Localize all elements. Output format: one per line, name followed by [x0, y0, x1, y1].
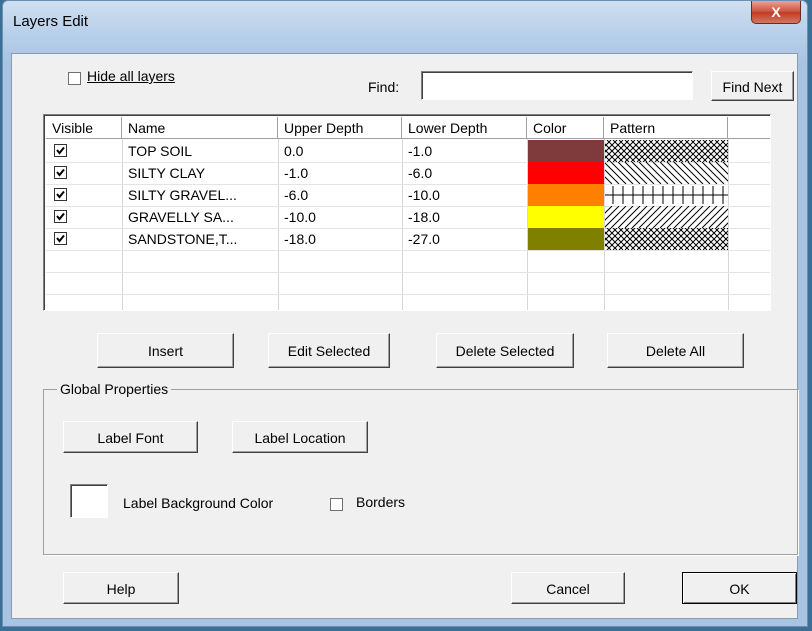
help-button[interactable]: Help	[63, 572, 179, 604]
visible-checkbox[interactable]	[54, 188, 67, 201]
layer-color-swatch[interactable]	[528, 228, 604, 250]
layer-color-swatch[interactable]	[528, 206, 604, 228]
ok-button[interactable]: OK	[682, 572, 797, 604]
layer-name-cell[interactable]: GRAVELLY SA...	[122, 206, 234, 228]
row-divider	[46, 294, 770, 295]
lower-depth-cell[interactable]: -6.0	[402, 162, 432, 184]
visible-checkbox[interactable]	[54, 166, 67, 179]
borders-label[interactable]: Borders	[356, 494, 405, 510]
delete-all-button[interactable]: Delete All	[607, 333, 744, 368]
hide-all-layers-label[interactable]: Hide all layers	[87, 68, 175, 84]
upper-depth-cell[interactable]: -10.0	[278, 206, 316, 228]
window-title: Layers Edit	[13, 13, 89, 30]
find-next-button[interactable]: Find Next	[711, 71, 794, 101]
close-icon: X	[771, 4, 781, 20]
col-header-upper-depth[interactable]: Upper Depth	[278, 117, 402, 139]
insert-button[interactable]: Insert	[97, 333, 234, 368]
col-header-visible[interactable]: Visible	[46, 117, 122, 139]
edit-selected-button[interactable]: Edit Selected	[268, 333, 390, 368]
layers-edit-window: Layers Edit X Hide all layers Find: Find…	[2, 0, 808, 627]
visible-checkbox[interactable]	[54, 210, 67, 223]
layer-color-swatch[interactable]	[528, 184, 604, 206]
close-button[interactable]: X	[751, 1, 801, 24]
lower-depth-cell[interactable]: -1.0	[402, 140, 432, 162]
layer-pattern-crosshatch-icon[interactable]	[582, 227, 750, 251]
col-header-name[interactable]: Name	[122, 117, 278, 139]
layer-color-swatch[interactable]	[528, 162, 604, 184]
layer-color-swatch[interactable]	[528, 140, 604, 162]
find-label: Find:	[368, 79, 400, 95]
col-header-pattern[interactable]: Pattern	[604, 117, 728, 139]
layer-name-cell[interactable]: SANDSTONE,T...	[122, 228, 237, 250]
delete-selected-button[interactable]: Delete Selected	[436, 333, 574, 368]
label-background-color-label: Label Background Color	[123, 495, 274, 511]
title-bar[interactable]: Layers Edit X	[3, 1, 807, 41]
layer-pattern-grid-line-icon[interactable]	[605, 184, 728, 206]
borders-checkbox[interactable]	[330, 498, 343, 511]
lower-depth-cell[interactable]: -18.0	[402, 206, 440, 228]
layer-pattern-back-diagonal-icon[interactable]	[582, 161, 746, 185]
upper-depth-cell[interactable]: -18.0	[278, 228, 316, 250]
visible-checkbox[interactable]	[54, 144, 67, 157]
col-header-filler	[728, 117, 770, 139]
layer-pattern-forward-diagonal-icon[interactable]	[582, 205, 746, 229]
col-header-color[interactable]: Color	[527, 117, 604, 139]
find-input[interactable]	[421, 71, 693, 100]
layer-name-cell[interactable]: SILTY GRAVEL...	[122, 184, 237, 206]
visible-checkbox[interactable]	[54, 232, 67, 245]
cancel-button[interactable]: Cancel	[511, 572, 625, 604]
upper-depth-cell[interactable]: -6.0	[278, 184, 308, 206]
layer-name-cell[interactable]: SILTY CLAY	[122, 162, 205, 184]
layer-pattern-crosshatch-icon[interactable]	[582, 139, 750, 163]
label-font-button[interactable]: Label Font	[63, 421, 198, 453]
upper-depth-cell[interactable]: 0.0	[278, 140, 303, 162]
row-divider	[46, 272, 770, 273]
hide-all-layers-checkbox[interactable]	[68, 72, 81, 85]
label-background-color-swatch[interactable]	[70, 484, 108, 518]
global-properties-title: Global Properties	[57, 381, 172, 397]
layer-name-cell[interactable]: TOP SOIL	[122, 140, 192, 162]
upper-depth-cell[interactable]: -1.0	[278, 162, 308, 184]
lower-depth-cell[interactable]: -27.0	[402, 228, 440, 250]
label-location-button[interactable]: Label Location	[232, 421, 368, 453]
global-properties-group	[43, 389, 798, 555]
row-divider	[46, 250, 770, 251]
dialog-client: Hide all layers Find: Find Next Visible …	[11, 53, 798, 619]
layers-table[interactable]: Visible Name Upper Depth Lower Depth Col…	[43, 114, 771, 311]
lower-depth-cell[interactable]: -10.0	[402, 184, 440, 206]
col-header-lower-depth[interactable]: Lower Depth	[402, 117, 527, 139]
